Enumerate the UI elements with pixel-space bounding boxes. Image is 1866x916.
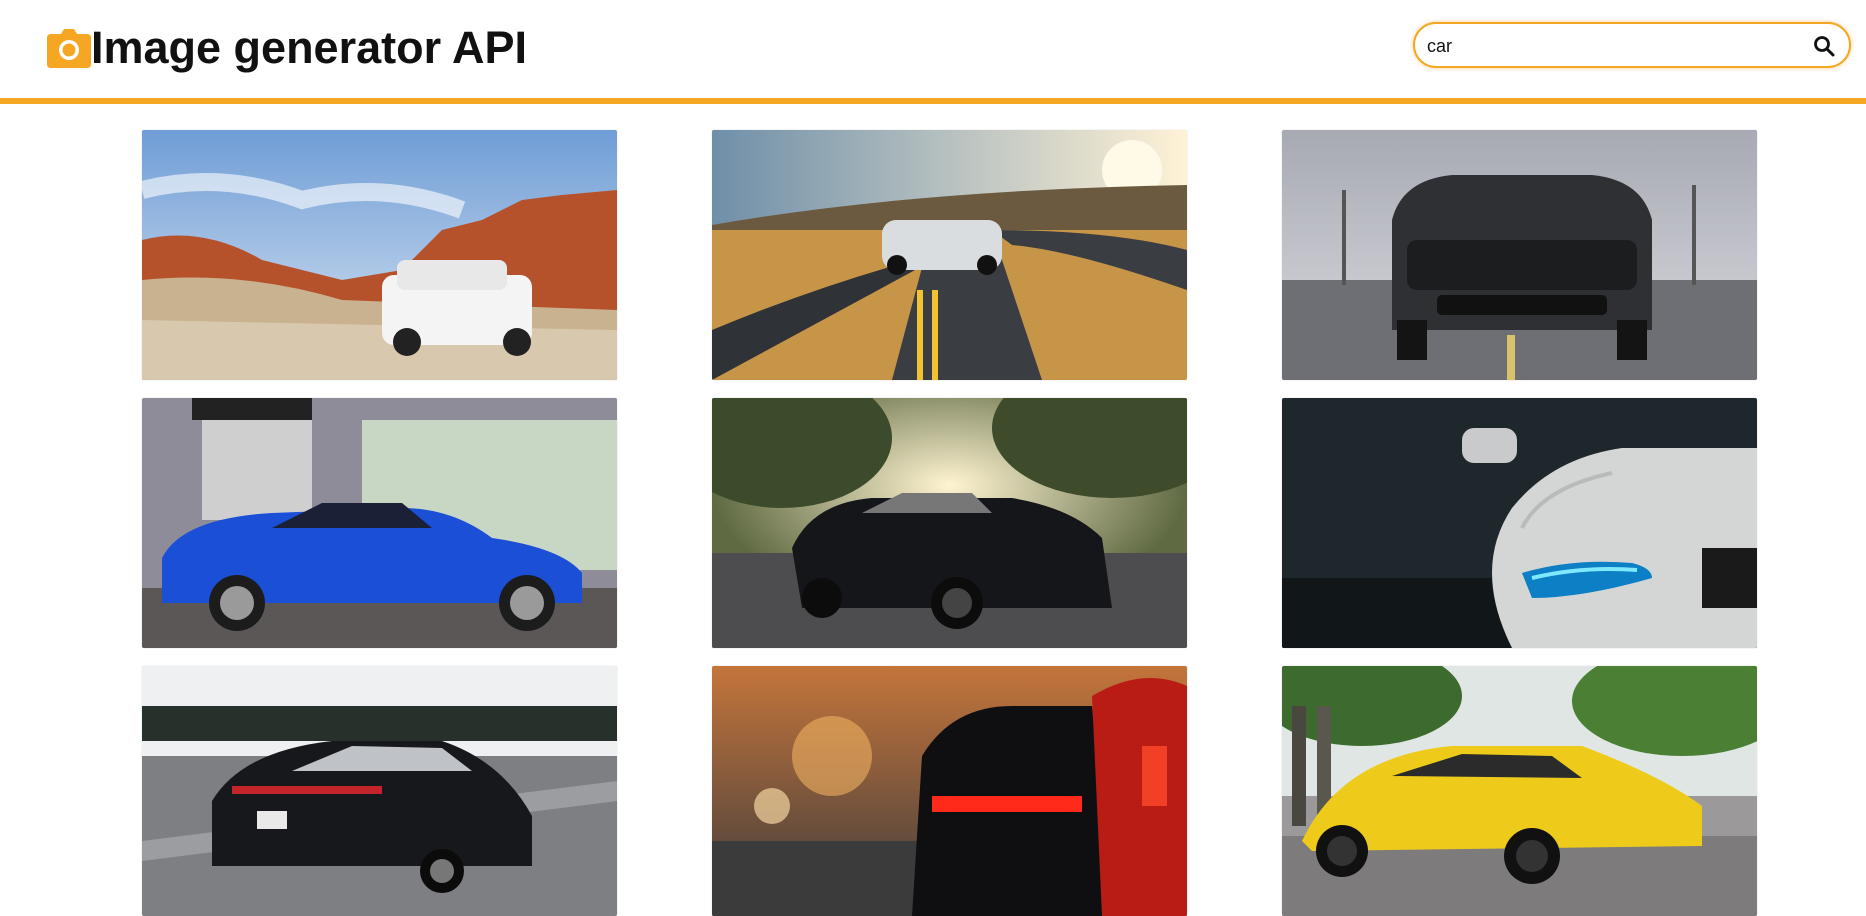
search-icon — [1814, 36, 1835, 57]
gallery-image[interactable] — [712, 130, 1187, 380]
gallery-image[interactable] — [1282, 398, 1757, 648]
car-image — [1282, 398, 1757, 648]
page-title: Image generator API — [91, 22, 527, 73]
car-image — [142, 666, 617, 916]
search-input[interactable] — [1427, 32, 1797, 60]
car-image — [142, 130, 617, 380]
gallery-image[interactable] — [1282, 666, 1757, 916]
gallery-image[interactable] — [1282, 130, 1757, 380]
gallery-image[interactable] — [142, 130, 617, 380]
car-image — [712, 398, 1187, 648]
gallery-image[interactable] — [142, 666, 617, 916]
search-bar — [1413, 22, 1851, 68]
gallery-image[interactable] — [712, 398, 1187, 648]
car-image — [1282, 130, 1757, 380]
gallery-image[interactable] — [712, 666, 1187, 916]
car-image — [142, 398, 617, 648]
car-image — [712, 666, 1187, 916]
car-image — [1282, 666, 1757, 916]
car-image — [712, 130, 1187, 380]
brand: Image generator API — [47, 22, 527, 74]
search-button[interactable] — [1811, 33, 1837, 59]
app-header: Image generator API — [0, 0, 1866, 104]
gallery-image[interactable] — [142, 398, 617, 648]
camera-icon — [47, 28, 91, 68]
